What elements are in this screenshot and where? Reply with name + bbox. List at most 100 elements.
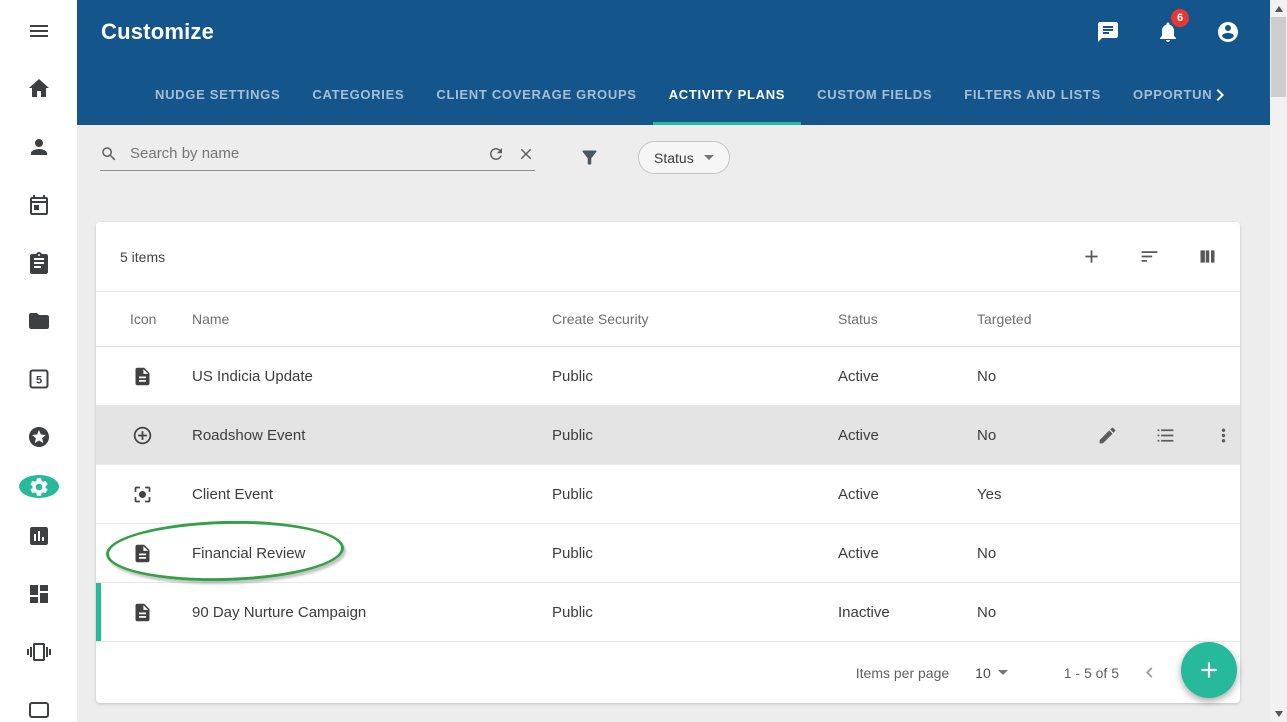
row-create-security: Public (552, 427, 838, 444)
table-header-row: Icon Name Create Security Status Targete… (96, 292, 1240, 347)
funnel-icon (579, 147, 600, 168)
refresh-button[interactable] (487, 145, 505, 163)
page-size-value: 10 (975, 665, 991, 681)
vertical-scrollbar[interactable] (1270, 0, 1287, 722)
row-create-security: Public (552, 545, 838, 562)
scrollbar-thumb[interactable] (1271, 17, 1286, 97)
sidebar-item-five[interactable] (27, 367, 51, 391)
row-create-security: Public (552, 486, 838, 503)
columns-icon (1197, 246, 1218, 267)
table-row[interactable]: Roadshow Event Public Active No (96, 406, 1240, 465)
bar-chart-icon (27, 524, 51, 548)
row-type-icon-cell (96, 602, 192, 623)
gear-icon (28, 476, 50, 498)
center-focus-icon (132, 484, 153, 505)
triangle-down-icon (1275, 711, 1283, 717)
plus-icon (1081, 246, 1102, 267)
table-row[interactable]: US Indicia Update Public Active No (96, 347, 1240, 406)
chevron-down-icon (998, 670, 1008, 675)
items-per-page-label: Items per page (856, 665, 949, 681)
tab-custom-fields[interactable]: CUSTOM FIELDS (801, 64, 948, 125)
edit-button[interactable] (1097, 425, 1118, 446)
row-name: US Indicia Update (192, 368, 552, 385)
chevron-right-icon (1208, 83, 1232, 107)
column-header-targeted[interactable]: Targeted (977, 311, 1097, 327)
notifications-button[interactable]: 6 (1156, 20, 1180, 44)
row-name: Roadshow Event (192, 427, 552, 444)
row-create-security: Public (552, 604, 838, 621)
row-status: Active (838, 545, 977, 562)
row-type-icon-cell (96, 366, 192, 387)
star-circle-icon (27, 425, 51, 449)
add-button[interactable] (1081, 246, 1102, 267)
tabs-scroll-right-button[interactable] (1208, 83, 1232, 107)
table-row[interactable]: Financial Review Public Active No (96, 524, 1240, 583)
row-name: 90 Day Nurture Campaign (192, 604, 552, 621)
left-sidebar (0, 0, 77, 722)
column-header-icon[interactable]: Icon (96, 311, 192, 327)
sidebar-item-mobile[interactable] (27, 640, 51, 664)
menu-button[interactable] (27, 19, 51, 43)
sidebar-item-favorites[interactable] (27, 425, 51, 449)
table-row[interactable]: 90 Day Nurture Campaign Public Inactive … (96, 583, 1240, 642)
row-name: Financial Review (192, 545, 552, 562)
more-button[interactable] (1213, 425, 1234, 446)
sidebar-item-contacts[interactable] (27, 135, 51, 159)
list-button[interactable] (1155, 425, 1176, 446)
row-create-security: Public (552, 368, 838, 385)
column-header-create-security[interactable]: Create Security (552, 311, 838, 327)
row-targeted: No (977, 545, 1097, 562)
clear-search-button[interactable] (517, 145, 535, 163)
refresh-icon (487, 145, 505, 163)
tab-client-coverage-groups[interactable]: CLIENT COVERAGE GROUPS (420, 64, 652, 125)
activity-plans-card: 5 items Icon Name Create Security Status… (96, 222, 1240, 703)
settings-tab-bar: NUDGE SETTINGS CATEGORIES CLIENT COVERAG… (77, 64, 1270, 125)
sort-button[interactable] (1139, 246, 1160, 267)
home-icon (27, 77, 51, 101)
sidebar-item-home[interactable] (27, 77, 51, 101)
sidebar-item-files[interactable] (27, 309, 51, 333)
row-type-icon-cell (96, 543, 192, 564)
column-header-status[interactable]: Status (838, 311, 977, 327)
sidebar-item-window[interactable] (27, 698, 51, 722)
five-icon (27, 367, 51, 391)
pagination-footer: Items per page 10 1 - 5 of 5 (96, 642, 1240, 703)
row-status: Active (838, 486, 977, 503)
window-icon (27, 698, 51, 722)
chat-icon (1096, 20, 1120, 44)
chat-button[interactable] (1096, 20, 1120, 44)
create-activity-plan-fab[interactable] (1181, 642, 1237, 698)
sidebar-item-settings[interactable] (19, 475, 59, 498)
sidebar-item-dashboard[interactable] (27, 582, 51, 606)
page-size-select[interactable]: 10 (975, 665, 1008, 681)
row-type-icon-cell (96, 484, 192, 505)
dashboard-icon (27, 582, 51, 606)
row-targeted: No (977, 368, 1097, 385)
app-window: Customize 6 NUDGE SETTINGS CATEGORIES CL… (0, 0, 1287, 722)
page-title: Customize (101, 19, 214, 45)
sidebar-item-tasks[interactable] (27, 251, 51, 275)
sidebar-item-calendar[interactable] (27, 193, 51, 217)
table-row[interactable]: Client Event Public Active Yes (96, 465, 1240, 524)
tab-activity-plans[interactable]: ACTIVITY PLANS (653, 64, 801, 125)
filter-button[interactable] (579, 147, 600, 168)
vibration-icon (27, 640, 51, 664)
app-header: Customize 6 NUDGE SETTINGS CATEGORIES CL… (77, 0, 1270, 125)
calendar-icon (27, 193, 51, 217)
status-filter-chip[interactable]: Status (638, 141, 730, 174)
tab-filters-and-lists[interactable]: FILTERS AND LISTS (948, 64, 1117, 125)
column-header-name[interactable]: Name (192, 311, 552, 327)
hamburger-menu-icon (27, 19, 51, 43)
scroll-down-button[interactable] (1270, 705, 1287, 722)
tab-categories[interactable]: CATEGORIES (296, 64, 420, 125)
more-vert-icon (1213, 425, 1234, 446)
profile-button[interactable] (1216, 20, 1240, 44)
tab-nudge-settings[interactable]: NUDGE SETTINGS (139, 64, 296, 125)
previous-page-button[interactable] (1139, 662, 1160, 683)
columns-button[interactable] (1197, 246, 1218, 267)
search-input[interactable] (130, 145, 475, 162)
scroll-up-button[interactable] (1270, 0, 1287, 17)
search-filter-row: Status (100, 141, 730, 174)
sidebar-item-reports[interactable] (27, 524, 51, 548)
row-status: Inactive (838, 604, 977, 621)
